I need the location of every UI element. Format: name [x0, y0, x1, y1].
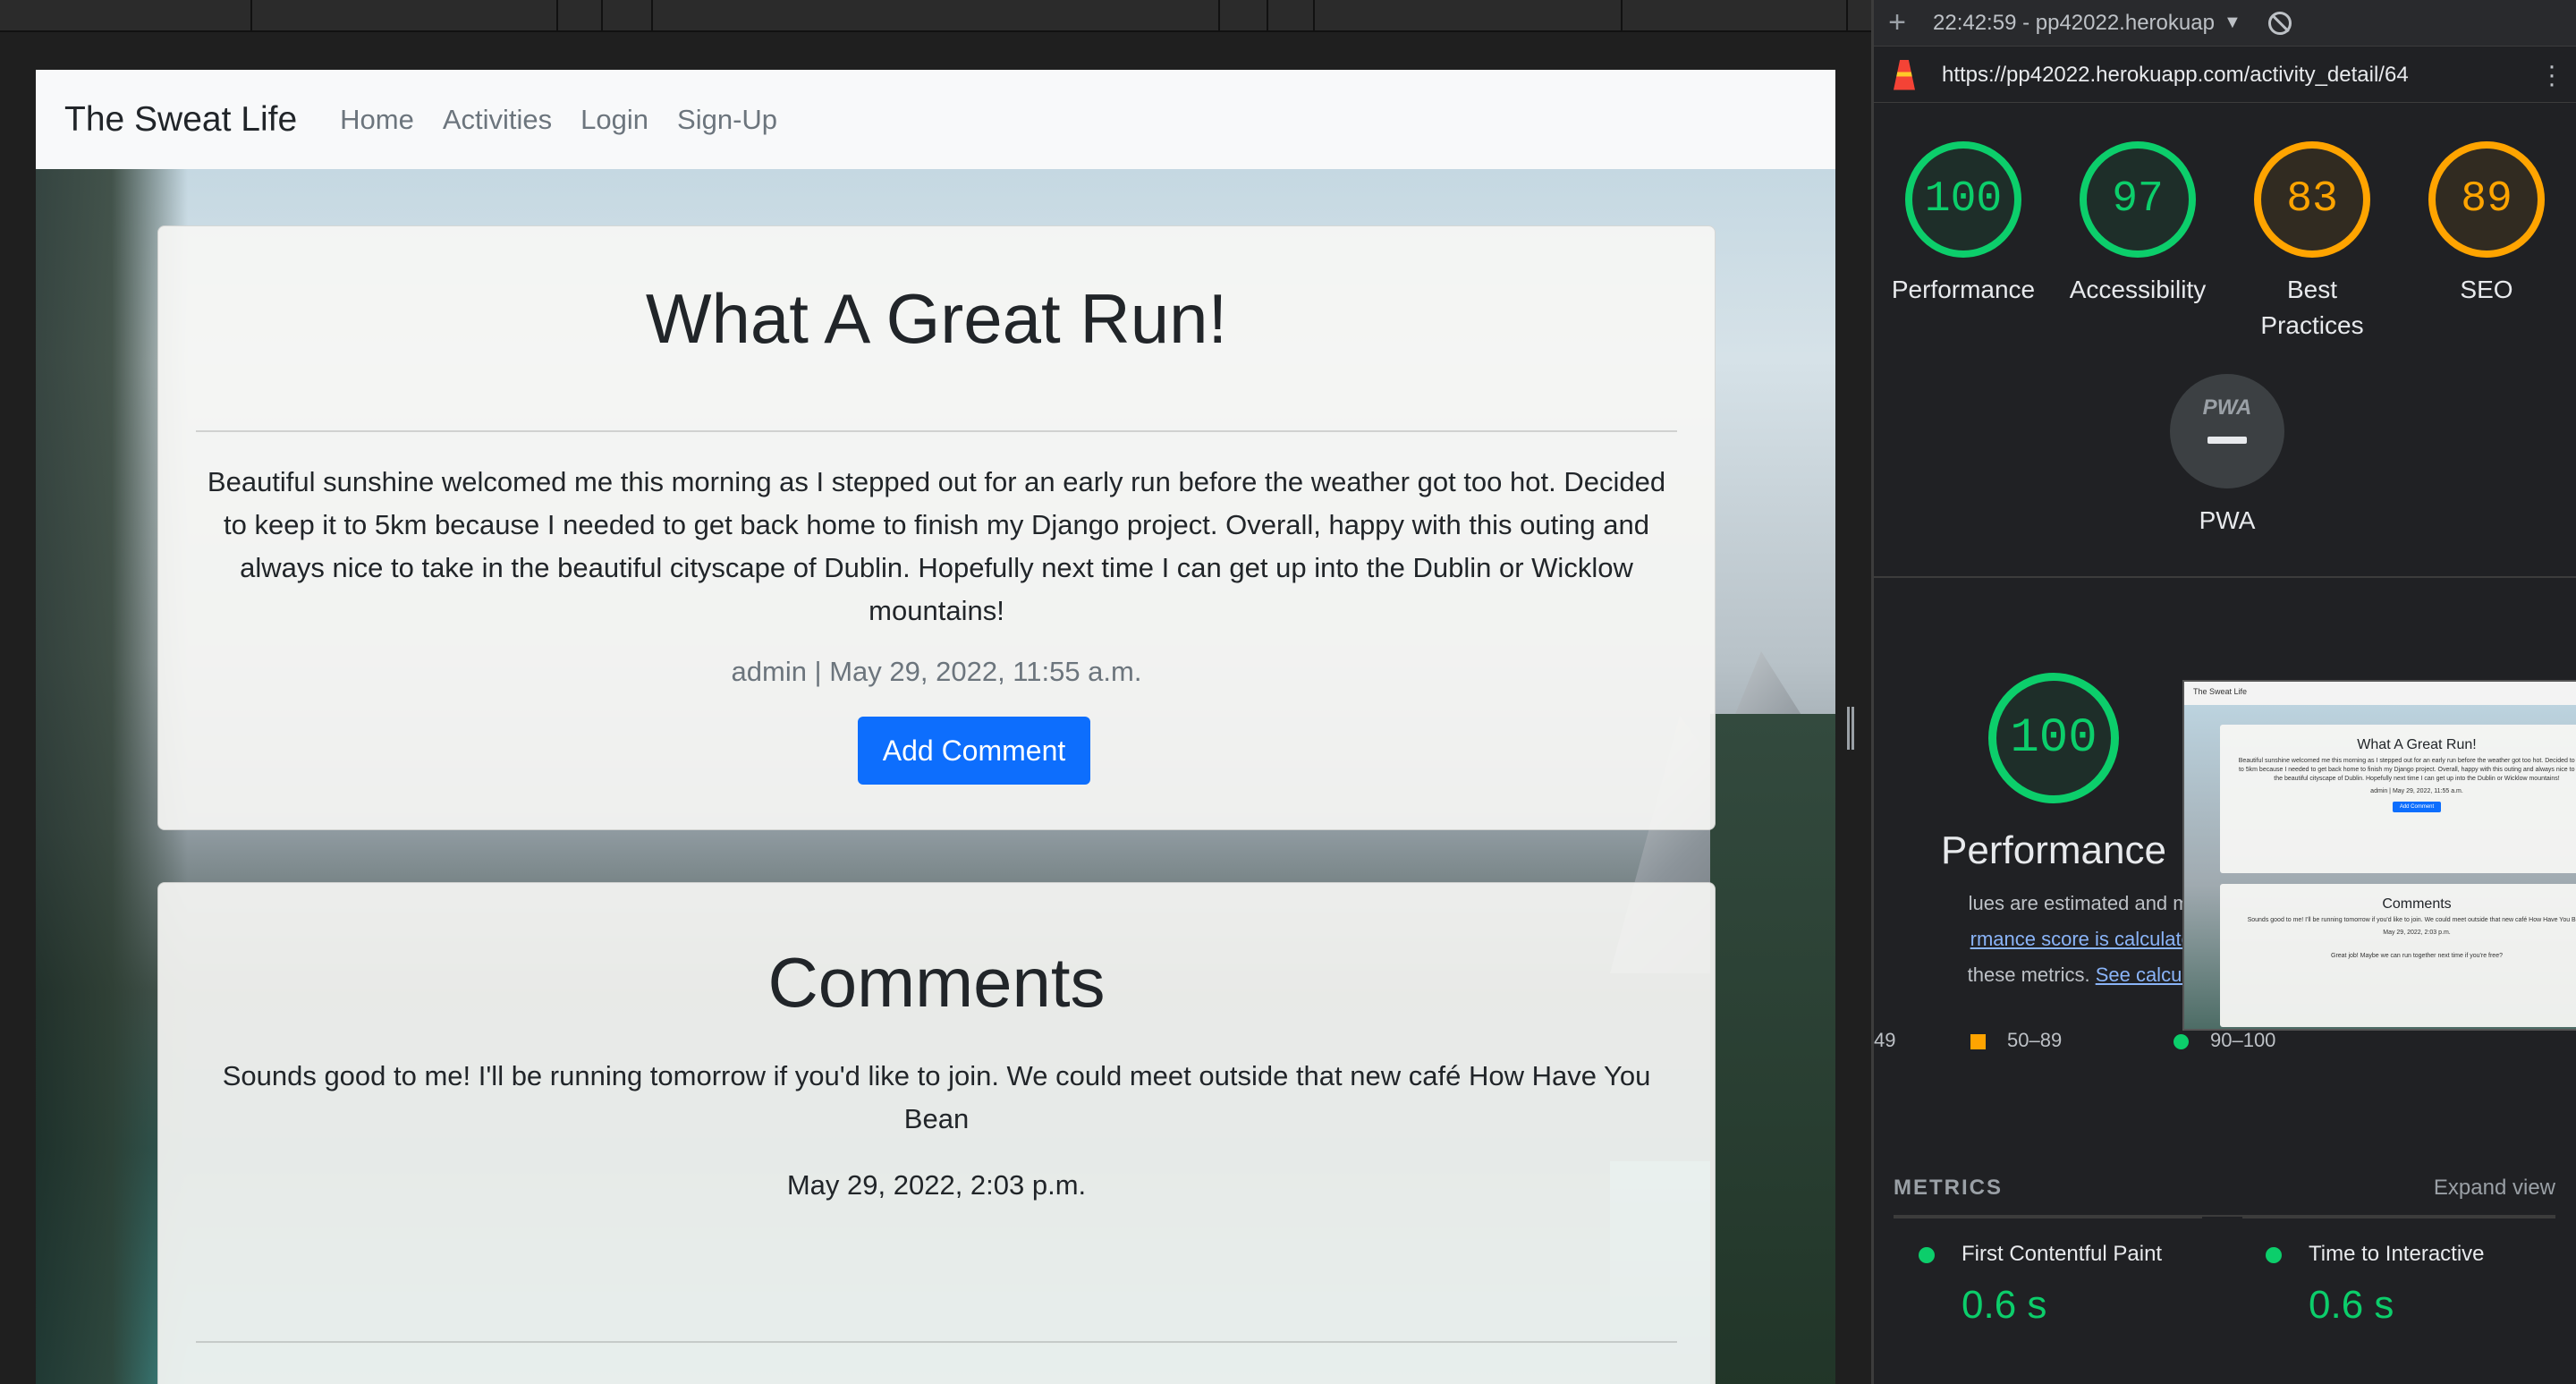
thumbnail-navbar: The Sweat Life	[2184, 682, 2576, 705]
divider	[1874, 576, 2576, 578]
splitter-grip-icon[interactable]	[1847, 707, 1854, 750]
dash-icon	[2207, 437, 2247, 444]
nav-signup[interactable]: Sign-Up	[677, 104, 777, 136]
pass-dot-icon	[1919, 1247, 1935, 1263]
thumbnail-card: What A Great Run! Beautiful sunshine wel…	[2220, 725, 2576, 873]
ruler-tick	[556, 0, 558, 30]
pwa-badge-text: PWA	[2202, 395, 2252, 420]
comment-body: Sounds good to me! I'll be running tomor…	[222, 1060, 1651, 1134]
circle-icon	[2174, 1033, 2189, 1049]
expand-view-button[interactable]: Expand view	[2434, 1176, 2555, 1201]
more-vertical-icon[interactable]: · · ·	[2547, 53, 2556, 98]
gauge-label: Accessibility	[2069, 276, 2207, 303]
metrics-title: METRICS	[1894, 1176, 2003, 1200]
gauge-label: SEO	[2460, 276, 2513, 303]
ruler-tick	[1267, 0, 1268, 30]
thumbnail-brand: The Sweat Life	[2193, 687, 2248, 696]
ruler-tick	[1621, 0, 1623, 30]
gauge-score: 83	[2254, 141, 2370, 258]
thumbnail-comment: Sounds good to me! I'll be running tomor…	[2247, 917, 2576, 923]
gauge-accessibility[interactable]: 97 Accessibility	[2048, 141, 2227, 308]
gauge-performance[interactable]: 100 Performance	[1874, 141, 2053, 308]
score-legend: 49 50–89 90–100	[1874, 1029, 2339, 1056]
ruler-tick	[651, 0, 653, 30]
metric-value: 0.6 s	[1962, 1283, 2047, 1327]
performance-summary: 100 Performance	[1875, 673, 2233, 873]
thumbnail-body: Beautiful sunshine welcomed me this morn…	[2238, 758, 2576, 782]
gauge-label: Best Practices	[2260, 276, 2364, 339]
divider	[196, 1341, 1677, 1343]
comments-card: Comments Sounds good to me! I'll be runn…	[157, 882, 1716, 1384]
comment-body: Great job! Maybe we can run together nex…	[194, 1375, 1679, 1384]
lighthouse-panel: + 22:42:59 - pp42022.herokuap ▼ https://…	[1874, 0, 2576, 1384]
square-icon	[1970, 1033, 1986, 1049]
website: The Sweat Life Home Activities Login Sig…	[36, 70, 1835, 1384]
ruler-tick	[601, 0, 603, 30]
legend-fail: 49	[1874, 1029, 1896, 1051]
final-screenshot[interactable]: The Sweat Life What A Great Run! Beautif…	[2182, 680, 2576, 1031]
gauge-label: PWA	[2199, 506, 2256, 534]
navbar: The Sweat Life Home Activities Login Sig…	[36, 70, 1835, 169]
report-url-bar: https://pp42022.herokuapp.com/activity_d…	[1874, 47, 2576, 103]
comments-title: Comments	[767, 943, 1106, 1022]
gauge-score: 89	[2428, 141, 2545, 258]
lighthouse-icon	[1894, 59, 1915, 90]
gauge-label: Performance	[1891, 276, 2036, 303]
nav-home[interactable]: Home	[340, 104, 414, 136]
legend-pass: 90–100	[2174, 1029, 2275, 1052]
thumbnail-card: Comments Sounds good to me! I'll be runn…	[2220, 884, 2576, 1027]
activity-card: What A Great Run! Beautiful sunshine wel…	[157, 225, 1716, 830]
gauge-seo[interactable]: 89 SEO	[2397, 141, 2576, 308]
pwa-badge-icon: PWA	[2170, 374, 2284, 488]
metric-name: First Contentful Paint	[1962, 1242, 2163, 1266]
metrics-header: METRICS Expand view	[1894, 1163, 2555, 1217]
dropdown-triangle-icon[interactable]: ▼	[2224, 13, 2241, 33]
performance-score: 100	[1988, 673, 2119, 803]
devtools-toolbar	[0, 0, 1871, 32]
activity-body: Beautiful sunshine welcomed me this morn…	[207, 466, 1666, 626]
score-calculated-link[interactable]: rmance score is calculated	[1970, 928, 2203, 950]
nav-activities[interactable]: Activities	[443, 104, 552, 136]
legend-average-label: 50–89	[2007, 1029, 2063, 1051]
performance-label: Performance	[1941, 828, 2166, 872]
thumbnail-button: Add Comment	[2392, 802, 2442, 812]
gauge-best-practices[interactable]: 83 Best Practices	[2223, 141, 2402, 344]
lighthouse-toolbar: + 22:42:59 - pp42022.herokuap ▼	[1874, 0, 2576, 47]
nav-login[interactable]: Login	[580, 104, 648, 136]
ruler-tick	[1313, 0, 1315, 30]
gauge-score: 100	[1905, 141, 2021, 258]
thumbnail-title: What A Great Run!	[2357, 737, 2477, 752]
report-url[interactable]: https://pp42022.herokuapp.com/activity_d…	[1942, 63, 2409, 88]
legend-average: 50–89	[1970, 1029, 2062, 1052]
background-forest	[1710, 714, 1835, 1384]
clear-icon[interactable]	[2267, 11, 2292, 35]
legend-pass-label: 90–100	[2210, 1029, 2276, 1051]
plus-icon[interactable]: +	[1874, 5, 1920, 40]
activity-meta: admin | May 29, 2022, 11:55 a.m.	[731, 656, 1142, 687]
description-text: these metrics.	[1967, 964, 2096, 986]
pass-dot-icon	[2266, 1247, 2282, 1263]
activity-title: What A Great Run!	[645, 279, 1228, 358]
metric-name: Time to Interactive	[2309, 1242, 2485, 1266]
divider	[2242, 1217, 2555, 1218]
comment-date: May 29, 2022, 2:03 p.m.	[786, 1169, 1087, 1201]
ruler-tick	[1846, 0, 1848, 30]
gauge-pwa[interactable]: PWA PWA	[2160, 374, 2294, 535]
ruler-tick	[1218, 0, 1220, 30]
report-select[interactable]: 22:42:59 - pp42022.herokuap	[1933, 11, 2215, 36]
thumbnail-comment: Great job! Maybe we can run together nex…	[2331, 953, 2503, 959]
divider	[1894, 1217, 2202, 1218]
add-comment-button[interactable]: Add Comment	[858, 717, 1090, 785]
gauge-score: 97	[2080, 141, 2196, 258]
divider	[196, 430, 1677, 432]
ruler-tick	[250, 0, 252, 30]
brand-link[interactable]: The Sweat Life	[64, 100, 297, 140]
thumbnail-date: May 29, 2022, 2:03 p.m.	[2383, 930, 2451, 936]
metric-value: 0.6 s	[2309, 1283, 2394, 1327]
thumbnail-title: Comments	[2382, 896, 2452, 912]
thumbnail-meta: admin | May 29, 2022, 11:55 a.m.	[2370, 788, 2463, 794]
